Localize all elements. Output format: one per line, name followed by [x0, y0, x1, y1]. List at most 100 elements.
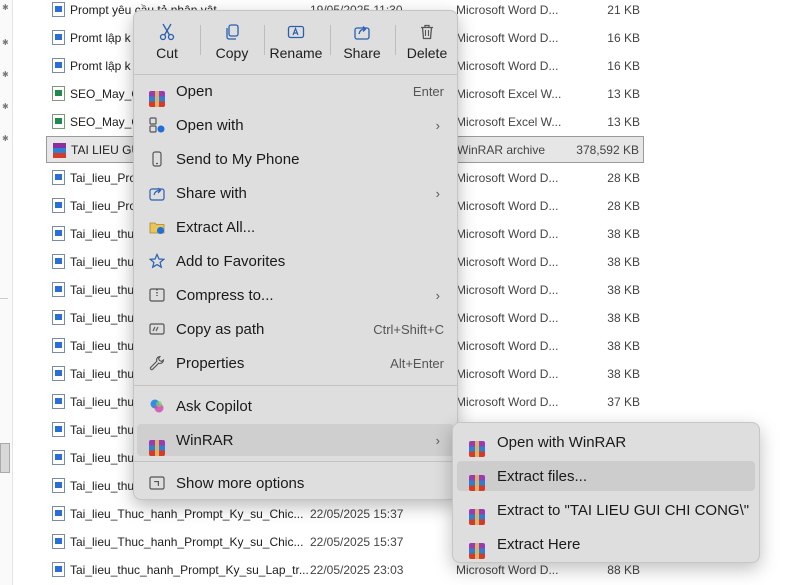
- menu-item-winrar[interactable]: WinRAR ›: [137, 424, 454, 456]
- file-name: Tai_lieu_thu: [70, 450, 135, 465]
- menu-item-shortcut: Enter: [412, 83, 444, 99]
- word-file-icon: [52, 198, 65, 213]
- menu-item-extract-all[interactable]: Extract All...: [137, 211, 454, 243]
- word-file-icon: [52, 282, 65, 297]
- extract-all-icon: [149, 222, 165, 234]
- delete-button[interactable]: Delete: [396, 17, 458, 67]
- wrench-icon: [149, 355, 165, 371]
- file-type: Microsoft Excel W...: [456, 114, 562, 129]
- copy-label: Copy: [215, 45, 249, 61]
- file-size: 13 KB: [607, 114, 640, 129]
- file-name: Tai_lieu_thuc_hanh_Prompt_Ky_su_Lap_tr..…: [70, 562, 309, 577]
- context-menu: Cut Copy Rename Share Delete Open Enter …: [133, 10, 458, 500]
- file-name: Tai_lieu_thu: [70, 310, 135, 325]
- excel-file-icon: [52, 86, 65, 101]
- menu-item-show-more-options[interactable]: Show more options: [137, 467, 454, 499]
- submenu-item-open-with-winrar[interactable]: Open with WinRAR: [457, 427, 755, 457]
- menu-item-shortcut: Alt+Enter: [390, 355, 444, 371]
- file-type: WinRAR archive: [457, 142, 546, 157]
- word-file-icon: [52, 394, 65, 409]
- submenu-item-extract-here[interactable]: Extract Here: [457, 529, 755, 559]
- pin-icon: ✱: [2, 3, 9, 12]
- winrar-icon: [149, 91, 165, 107]
- file-name: TAI LIEU GU: [71, 142, 141, 157]
- file-name: Promt lập k: [70, 58, 131, 73]
- copy-button[interactable]: Copy: [201, 17, 263, 67]
- menu-item-shortcut: Ctrl+Shift+C: [373, 321, 444, 337]
- winrar-icon: [469, 543, 485, 559]
- file-type: Microsoft Word D...: [456, 562, 559, 577]
- menu-item-label: Share with: [176, 184, 247, 202]
- file-size: 13 KB: [607, 86, 640, 101]
- file-list-gutter: [13, 0, 40, 585]
- menu-item-label: Copy as path: [176, 320, 265, 338]
- file-size: 38 KB: [607, 282, 640, 297]
- submenu-item-label: Open with WinRAR: [497, 433, 627, 451]
- menu-item-ask-copilot[interactable]: Ask Copilot: [137, 390, 454, 422]
- share-icon: [354, 26, 370, 40]
- excel-file-icon: [52, 114, 65, 129]
- file-size: 38 KB: [607, 366, 640, 381]
- menu-item-open-with[interactable]: Open with ›: [137, 109, 454, 141]
- menu-item-label: Open with: [176, 116, 244, 134]
- file-date: 22/05/2025 23:03: [310, 562, 404, 577]
- word-file-icon: [52, 366, 65, 381]
- chevron-right-icon: ›: [435, 432, 440, 448]
- cut-button[interactable]: Cut: [136, 17, 198, 67]
- phone-icon: [152, 151, 162, 167]
- menu-item-open[interactable]: Open Enter: [137, 75, 454, 107]
- star-icon: [149, 253, 165, 269]
- file-name: Tai_lieu_thu: [70, 394, 135, 409]
- menu-item-compress[interactable]: Compress to... ›: [137, 279, 454, 311]
- file-type: Microsoft Word D...: [456, 2, 559, 17]
- menu-item-label: Send to My Phone: [176, 150, 300, 168]
- file-type: Microsoft Word D...: [456, 338, 559, 353]
- word-file-icon: [52, 2, 65, 17]
- file-name: Tai_lieu_thu: [70, 282, 135, 297]
- file-size: 28 KB: [607, 198, 640, 213]
- menu-item-share-with[interactable]: Share with ›: [137, 177, 454, 209]
- file-type: Microsoft Word D...: [456, 170, 559, 185]
- menu-item-label: WinRAR: [176, 431, 234, 449]
- share-button[interactable]: Share: [331, 17, 393, 67]
- word-file-icon: [52, 534, 65, 549]
- menu-item-label: Open: [176, 82, 213, 100]
- nav-scroll-thumb[interactable]: [0, 443, 10, 473]
- menu-item-send-to-phone[interactable]: Send to My Phone: [137, 143, 454, 175]
- copy-path-icon: [149, 323, 165, 335]
- file-name: Tai_lieu_thu: [70, 226, 135, 241]
- rename-button[interactable]: Rename: [265, 17, 327, 67]
- file-name: SEO_May_G: [70, 114, 141, 129]
- chevron-right-icon: ›: [435, 185, 440, 201]
- submenu-item-label: Extract Here: [497, 535, 581, 553]
- file-name: Tai_lieu_thu: [70, 366, 135, 381]
- file-name: Tai_lieu_Thuc_hanh_Prompt_Ky_su_Chic...: [70, 534, 304, 549]
- divider: [134, 385, 457, 386]
- file-name: Promt lập k: [70, 30, 131, 45]
- rename-icon: [287, 25, 305, 39]
- menu-item-copy-as-path[interactable]: Copy as path Ctrl+Shift+C: [137, 313, 454, 345]
- menu-item-label: Extract All...: [176, 218, 256, 236]
- winrar-icon: [469, 509, 485, 525]
- file-size: 21 KB: [607, 2, 640, 17]
- menu-item-properties[interactable]: Properties Alt+Enter: [137, 347, 454, 379]
- submenu-item-extract-to-folder[interactable]: Extract to "TAI LIEU GUI CHI CONG\": [457, 495, 755, 525]
- file-name: Tai_lieu_Thuc_hanh_Prompt_Ky_su_Chic...: [70, 506, 304, 521]
- file-size: 37 KB: [607, 394, 640, 409]
- submenu-item-extract-files[interactable]: Extract files...: [457, 461, 755, 491]
- word-file-icon: [52, 450, 65, 465]
- file-name: Tai_lieu_thu: [70, 422, 135, 437]
- share-with-icon: [149, 187, 165, 201]
- pin-icon: ✱: [2, 70, 9, 79]
- file-type: Microsoft Word D...: [456, 254, 559, 269]
- menu-item-add-favorites[interactable]: Add to Favorites: [137, 245, 454, 277]
- word-file-icon: [52, 310, 65, 325]
- delete-label: Delete: [406, 45, 448, 61]
- menu-item-label: Compress to...: [176, 286, 274, 304]
- file-name: Tai_lieu_thu: [70, 254, 135, 269]
- winrar-icon: [469, 441, 485, 457]
- navigation-pane[interactable]: ✱ ✱ ✱ ✱ ✱: [0, 0, 13, 585]
- file-size: 38 KB: [607, 310, 640, 325]
- menu-item-label: Ask Copilot: [176, 397, 252, 415]
- winrar-icon: [149, 440, 165, 456]
